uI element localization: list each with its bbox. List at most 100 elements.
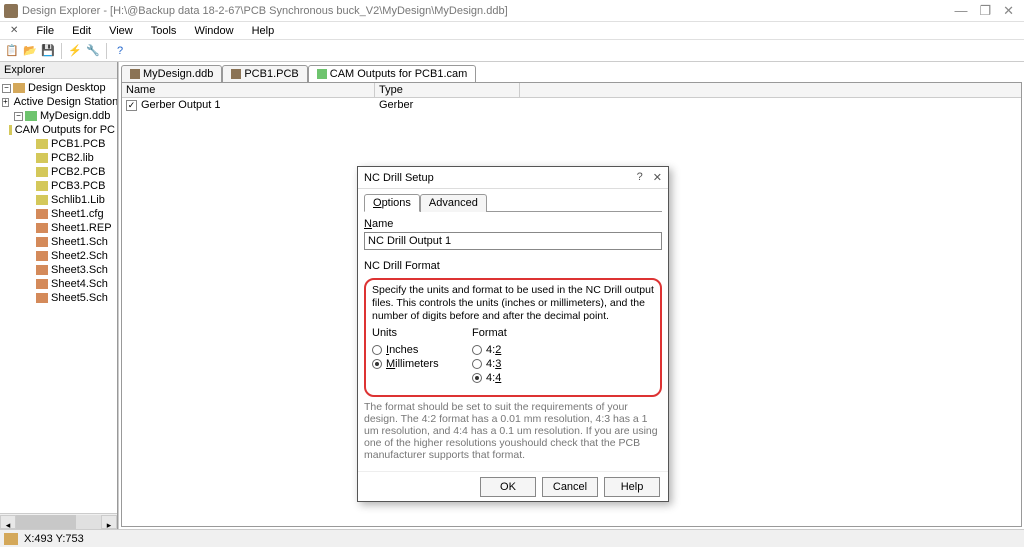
tree-label: Sheet4.Sch [51,277,108,291]
grid-row[interactable]: ✓ Gerber Output 1 Gerber [122,98,1021,112]
explorer-title: Explorer [0,62,117,79]
dialog-title: NC Drill Setup [364,172,434,184]
lightning-icon[interactable]: ⚡ [67,43,83,59]
ok-button[interactable]: OK [480,477,536,497]
explorer-tree[interactable]: −Design Desktop +Active Design Stations … [0,79,117,307]
save-icon[interactable]: 💾 [40,43,56,59]
cell-name: Gerber Output 1 [141,99,221,111]
menu-edit[interactable]: Edit [64,24,99,38]
tree-item[interactable]: PCB2.PCB [2,165,115,179]
radio-44[interactable]: 4:4 [472,371,572,385]
tab-cam-outputs[interactable]: CAM Outputs for PCB1.cam [308,65,477,82]
tree-item[interactable]: Sheet4.Sch [2,277,115,291]
tree-label: PCB1.PCB [51,137,105,151]
scroll-thumb[interactable] [16,515,76,529]
open-icon[interactable]: 📂 [22,43,38,59]
maximize-button[interactable]: ❐ [979,3,991,19]
column-header-empty [520,83,1021,97]
dialog-tab-advanced[interactable]: Advanced [420,194,487,212]
tree-item[interactable]: Sheet1.cfg [2,207,115,221]
format-description: Specify the units and format to be used … [372,284,654,323]
tree-item[interactable]: Schlib1.Lib [2,193,115,207]
menu-window[interactable]: Window [186,24,241,38]
tree-item[interactable]: PCB3.PCB [2,179,115,193]
column-header-type[interactable]: Type [375,83,520,97]
nc-drill-setup-dialog: NC Drill Setup ? ✕ Options Advanced Name… [357,166,669,502]
dialog-help-icon[interactable]: ? [637,171,643,184]
format-label: Format [472,327,572,339]
tree-label: PCB2.PCB [51,165,105,179]
tree-item[interactable]: Sheet5.Sch [2,291,115,305]
format-note: The format should be set to suit the req… [364,401,662,461]
column-header-name[interactable]: Name [122,83,375,97]
tree-label: Active Design Stations [14,95,117,109]
tool-icon-1[interactable]: 📋 [4,43,20,59]
tree-item[interactable]: Sheet2.Sch [2,249,115,263]
radio-millimeters[interactable]: Millimeters [372,357,472,371]
tree-label: MyDesign.ddb [40,109,110,123]
units-label: Units [372,327,472,339]
tree-item[interactable]: CAM Outputs for PC [2,123,115,137]
radio-42[interactable]: 4:2 [472,343,572,357]
tree-label: Sheet1.Sch [51,235,108,249]
wrench-icon[interactable]: 🔧 [85,43,101,59]
help-button[interactable]: Help [604,477,660,497]
format-highlighted-box: Specify the units and format to be used … [364,278,662,397]
tab-label: CAM Outputs for PCB1.cam [330,68,468,80]
tree-label: PCB3.PCB [51,179,105,193]
tree-item[interactable]: PCB2.lib [2,151,115,165]
tab-text: ptions [382,197,411,209]
tab-text: Advanced [429,197,478,209]
app-icon [4,4,18,18]
cancel-button[interactable]: Cancel [542,477,598,497]
tab-label: PCB1.PCB [244,68,298,80]
tree-item[interactable]: PCB1.PCB [2,137,115,151]
help-icon[interactable]: ? [112,43,128,59]
tree-label: Design Desktop [28,81,106,95]
explorer-panel: Explorer −Design Desktop +Active Design … [0,62,118,529]
tab-mydesign[interactable]: MyDesign.ddb [121,65,222,82]
tree-item[interactable]: Sheet1.Sch [2,235,115,249]
mdi-close-icon[interactable]: ✕ [2,24,26,37]
window-titlebar: Design Explorer - [H:\@Backup data 18-2-… [0,0,1024,22]
tree-root[interactable]: −Design Desktop [2,81,115,95]
scroll-left-button[interactable]: ◂ [0,515,16,529]
menu-file[interactable]: File [28,24,62,38]
minimize-button[interactable]: — [954,3,967,18]
menu-help[interactable]: Help [244,24,283,38]
tree-label: CAM Outputs for PC [15,123,115,137]
status-coords: X:493 Y:753 [24,533,84,545]
menu-bar: ✕ File Edit View Tools Window Help [0,22,1024,40]
menu-view[interactable]: View [101,24,141,38]
tree-label: Sheet5.Sch [51,291,108,305]
dialog-close-icon[interactable]: ✕ [653,171,662,184]
tree-stations[interactable]: +Active Design Stations [2,95,115,109]
tree-ddb[interactable]: −MyDesign.ddb [2,109,115,123]
format-title: NC Drill Format [364,258,662,274]
radio-43[interactable]: 4:3 [472,357,572,371]
row-checkbox[interactable]: ✓ [126,100,137,111]
menu-tools[interactable]: Tools [143,24,185,38]
status-icon [4,533,18,545]
tree-item[interactable]: Sheet3.Sch [2,263,115,277]
status-bar: X:493 Y:753 [0,529,1024,547]
tab-label: MyDesign.ddb [143,68,213,80]
explorer-scrollbar[interactable]: ◂ ▸ [0,513,117,529]
tree-label: Sheet1.REP [51,221,112,235]
radio-inches[interactable]: Inches [372,343,472,357]
tab-pcb1[interactable]: PCB1.PCB [222,65,307,82]
window-title: Design Explorer - [H:\@Backup data 18-2-… [22,5,508,17]
tree-label: Sheet2.Sch [51,249,108,263]
scroll-right-button[interactable]: ▸ [101,515,117,529]
toolbar: 📋 📂 💾 ⚡ 🔧 ? [0,40,1024,62]
tree-label: Sheet1.cfg [51,207,104,221]
tree-item[interactable]: Sheet1.REP [2,221,115,235]
tree-label: Schlib1.Lib [51,193,105,207]
tree-label: PCB2.lib [51,151,94,165]
name-label: Name [364,216,662,232]
name-input[interactable] [364,232,662,250]
tree-label: Sheet3.Sch [51,263,108,277]
cell-type: Gerber [375,98,520,112]
close-button[interactable]: ✕ [1003,3,1014,19]
dialog-tab-options[interactable]: Options [364,194,420,212]
